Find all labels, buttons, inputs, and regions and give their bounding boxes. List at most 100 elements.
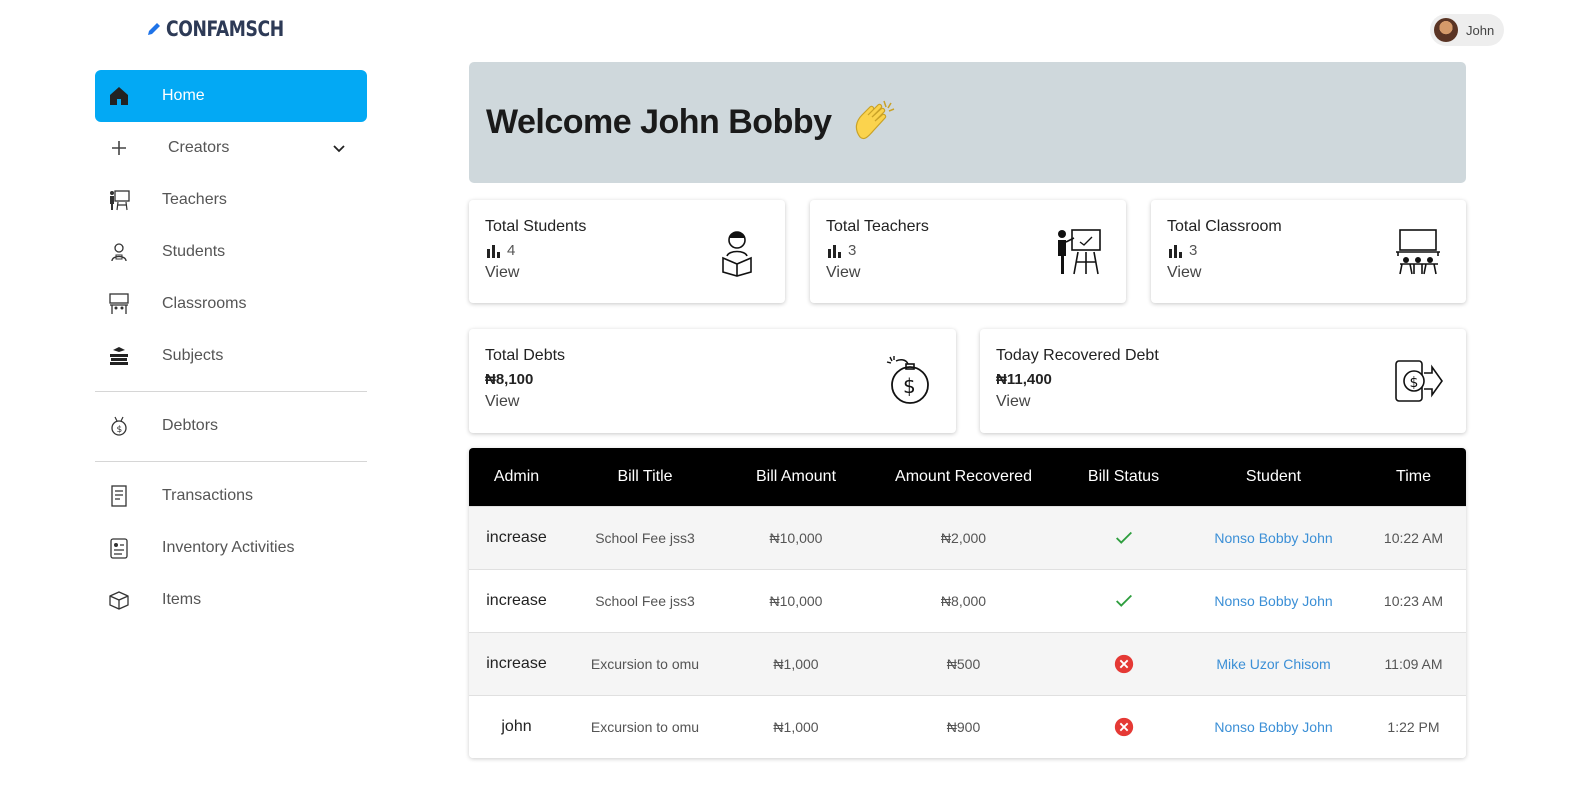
cell-admin: increase	[486, 592, 547, 609]
view-link[interactable]: View	[826, 264, 860, 282]
view-link[interactable]: View	[485, 393, 519, 411]
cell-amount-recovered: ₦2,000	[940, 530, 987, 546]
table-row[interactable]: increase Excursion to omu ₦1,000 ₦500 Mi…	[469, 632, 1466, 695]
table-row[interactable]: increase School Fee jss3 ₦10,000 ₦8,000 …	[469, 569, 1466, 632]
cell-time: 10:23 AM	[1383, 593, 1444, 609]
check-icon	[1115, 594, 1132, 607]
cell-admin: increase	[486, 655, 547, 672]
sidebar-divider	[95, 391, 367, 392]
cell-bill-status	[1061, 653, 1186, 675]
table-header: Admin Bill Title Bill Amount Amount Reco…	[469, 448, 1466, 506]
sidebar-item-label: Items	[162, 591, 202, 608]
teacher-board-icon	[1058, 229, 1101, 275]
column-header: Amount Recovered	[895, 468, 1032, 485]
table-row[interactable]: john Excursion to omu ₦1,000 ₦900 Nonso …	[469, 695, 1466, 758]
sidebar-item-label: Creators	[168, 139, 230, 156]
stat-value: ₦8,100	[485, 371, 534, 388]
cell-student-link[interactable]: Nonso Bobby John	[1186, 530, 1361, 546]
brand-name: CONFAMSCH	[166, 17, 284, 41]
column-header: Time	[1396, 468, 1431, 485]
cell-bill-title: School Fee jss3	[595, 530, 695, 546]
column-header: Student	[1245, 468, 1302, 485]
column-header: Admin	[493, 468, 540, 485]
cell-student-link[interactable]: Nonso Bobby John	[1186, 593, 1361, 609]
welcome-title: Welcome John Bobby	[486, 103, 832, 141]
chevron-down-icon[interactable]	[331, 140, 347, 156]
sidebar-item-inventory-activities[interactable]: Inventory Activities	[95, 522, 367, 574]
sidebar-item-transactions[interactable]: Transactions	[95, 470, 367, 522]
pencil-icon	[148, 23, 160, 35]
cell-student-link[interactable]: Mike Uzor Chisom	[1186, 656, 1361, 672]
money-bomb-icon: $	[886, 356, 929, 404]
sidebar-item-label: Debtors	[162, 417, 219, 434]
classroom-icon	[109, 293, 129, 314]
cell-bill-amount: ₦1,000	[773, 719, 819, 735]
cell-admin: john	[501, 718, 532, 735]
user-avatar	[1434, 18, 1458, 42]
box-icon	[109, 591, 129, 610]
welcome-banner: Welcome John Bobby	[469, 62, 1466, 183]
cell-amount-recovered: ₦900	[946, 719, 981, 735]
sidebar-item-home[interactable]: Home	[95, 70, 367, 122]
view-link[interactable]: View	[485, 264, 519, 282]
column-header: Bill Amount	[755, 468, 837, 485]
cell-amount-recovered: ₦500	[946, 656, 981, 672]
stat-value: ₦11,400	[996, 371, 1052, 388]
stat-value-text: 3	[848, 242, 857, 259]
stat-card-classroom: Total Classroom 3 View	[1151, 200, 1466, 303]
clipboard-icon	[110, 538, 128, 559]
bar-chart-icon	[828, 244, 841, 258]
sidebar-item-label: Teachers	[162, 191, 227, 208]
sidebar-item-students[interactable]: Students	[95, 226, 367, 278]
sidebar-item-teachers[interactable]: Teachers	[95, 174, 367, 226]
sidebar-item-label: Subjects	[162, 347, 224, 364]
user-menu[interactable]: John	[1430, 14, 1504, 46]
cell-time: 10:22 AM	[1383, 530, 1444, 546]
money-bag-icon: $	[111, 416, 127, 436]
sidebar-item-label: Home	[162, 87, 205, 104]
teacher-icon	[110, 190, 130, 211]
sidebar-nav: Home Creators Teachers Students Classroo…	[95, 70, 367, 626]
stat-title: Total Debts	[485, 347, 566, 364]
table-row[interactable]: increase School Fee jss3 ₦10,000 ₦2,000 …	[469, 506, 1466, 569]
receipt-icon	[111, 485, 127, 507]
classroom-desks-icon	[1396, 229, 1440, 275]
payment-transfer-icon: $	[1395, 360, 1443, 402]
sidebar-item-label: Inventory Activities	[162, 539, 295, 556]
sidebar-item-label: Transactions	[162, 487, 253, 504]
sidebar-item-classrooms[interactable]: Classrooms	[95, 278, 367, 330]
stat-title: Today Recovered Debt	[996, 347, 1159, 364]
plus-icon	[112, 141, 126, 155]
view-link[interactable]: View	[1167, 264, 1201, 282]
student-icon	[111, 243, 127, 262]
stat-card-recovered: Today Recovered Debt ₦11,400 View $	[980, 329, 1466, 433]
cell-time: 1:22 PM	[1387, 719, 1440, 735]
svg-text:$: $	[117, 425, 123, 435]
sidebar-item-subjects[interactable]: Subjects	[95, 330, 367, 382]
view-link[interactable]: View	[996, 393, 1030, 411]
sidebar-item-debtors[interactable]: $ Debtors	[95, 400, 367, 452]
cell-admin: increase	[486, 529, 547, 546]
stat-card-debts: Total Debts ₦8,100 View $	[469, 329, 956, 433]
sidebar-item-items[interactable]: Items	[95, 574, 367, 626]
column-header: Bill Status	[1087, 468, 1160, 485]
stat-value-text: 3	[1189, 242, 1198, 259]
brand-logo[interactable]: CONFAMSCH	[146, 14, 310, 44]
cell-bill-status	[1061, 716, 1186, 738]
clapping-hands-icon	[855, 100, 894, 139]
user-name: John	[1466, 22, 1495, 38]
sidebar-item-label: Classrooms	[162, 295, 247, 312]
error-circle-icon	[1114, 654, 1133, 674]
cell-bill-amount: ₦1,000	[773, 656, 819, 672]
sidebar-item-creators[interactable]: Creators	[95, 122, 367, 174]
sidebar-item-label: Students	[162, 243, 226, 260]
cell-bill-status	[1061, 527, 1186, 549]
bar-chart-icon	[1169, 244, 1182, 258]
cell-student-link[interactable]: Nonso Bobby John	[1186, 719, 1361, 735]
svg-text:$: $	[1410, 375, 1419, 391]
error-circle-icon	[1114, 717, 1133, 737]
check-icon	[1115, 531, 1132, 544]
cell-bill-title: Excursion to omu	[590, 719, 700, 735]
column-header: Bill Title	[617, 468, 673, 485]
stat-card-students: Total Students 4 View	[469, 200, 785, 303]
